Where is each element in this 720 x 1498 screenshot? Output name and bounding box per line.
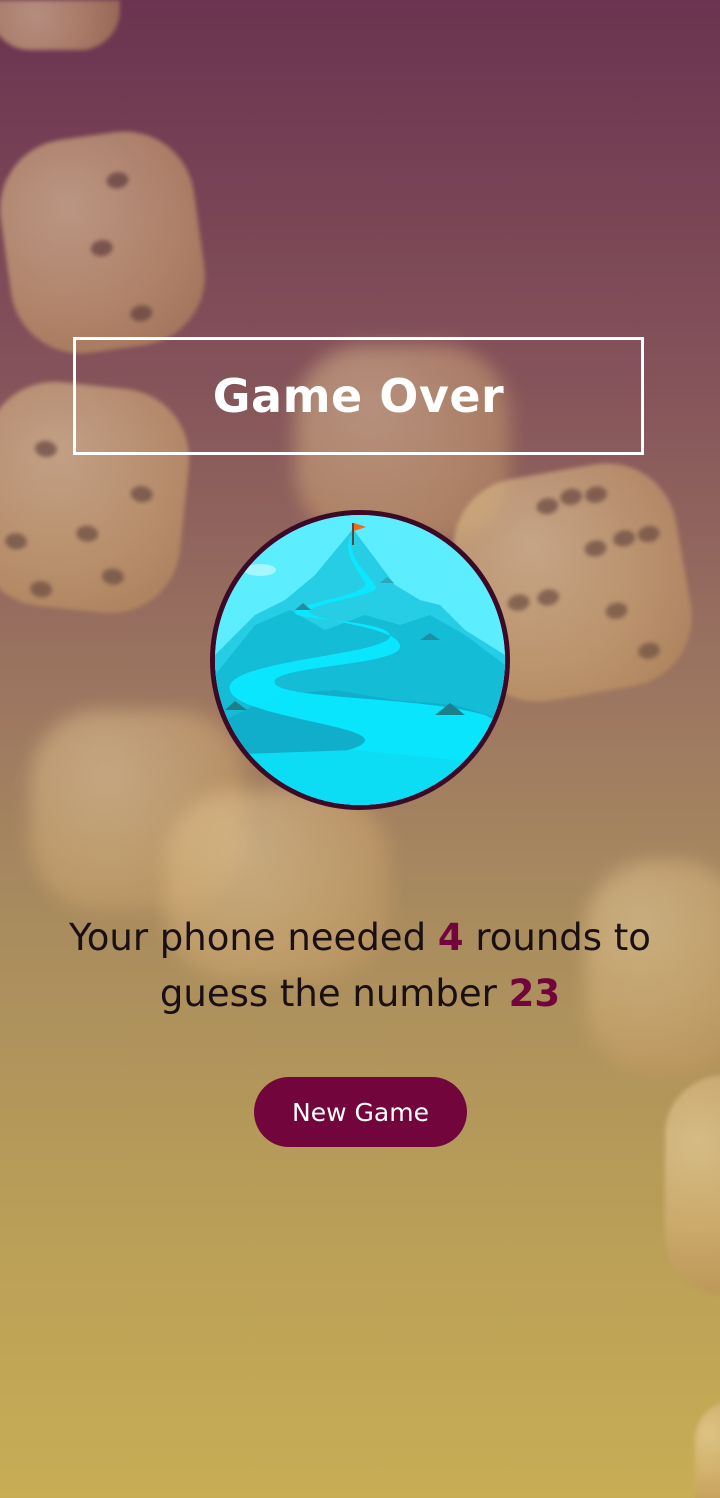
rounds-count: 4 bbox=[437, 916, 464, 959]
page-title: Game Over bbox=[212, 369, 505, 423]
summary-text-part1: Your phone needed bbox=[69, 916, 438, 959]
game-over-image bbox=[210, 510, 510, 810]
game-summary-text: Your phone needed 4 rounds to guess the … bbox=[30, 910, 690, 1022]
new-game-button[interactable]: New Game bbox=[254, 1077, 467, 1147]
mountain-summit-illustration bbox=[215, 515, 505, 805]
title-container: Game Over bbox=[73, 337, 644, 455]
target-number: 23 bbox=[508, 972, 561, 1015]
